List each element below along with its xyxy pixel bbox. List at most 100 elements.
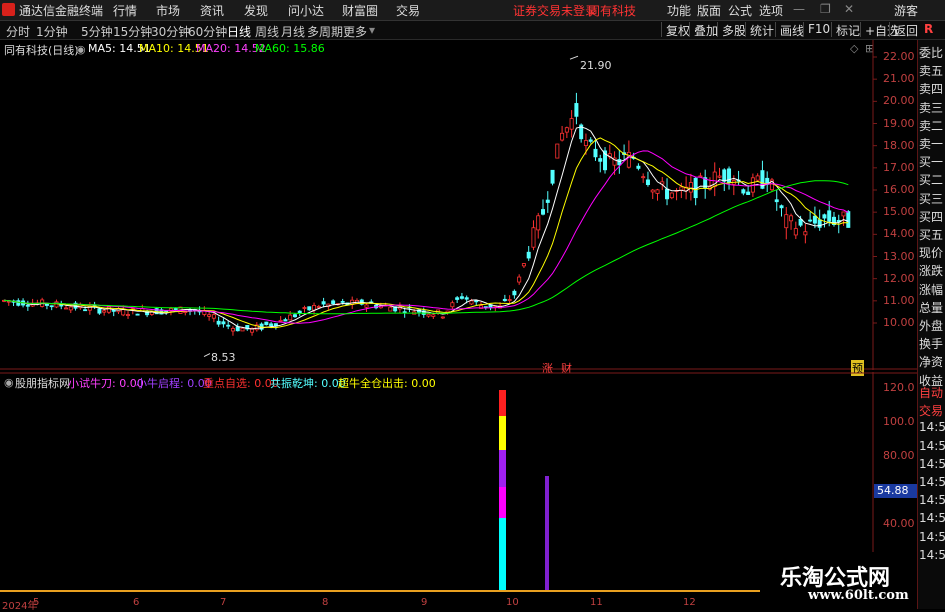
menu-shichang[interactable]: 市场	[156, 2, 180, 19]
candle-body	[469, 300, 474, 305]
indicator-tick-label: 80.00	[883, 449, 915, 462]
candle-body	[459, 296, 464, 299]
menu-jiaoyi[interactable]: 交易	[396, 2, 420, 19]
candle-body	[717, 175, 722, 178]
tab-60min[interactable]: 60分钟	[188, 23, 227, 40]
price-tick-label: 12.00	[883, 271, 915, 285]
kline-chart[interactable]	[0, 40, 917, 370]
close-icon[interactable]: ✕	[844, 2, 854, 16]
quote-label: 净资	[919, 355, 944, 370]
menu-banmian[interactable]: 版面	[697, 2, 721, 19]
candle-body	[593, 148, 598, 158]
tab-multi-period[interactable]: 多周期	[307, 23, 343, 40]
price-tick-label: 21.00	[883, 72, 915, 86]
menu-caifuquan[interactable]: 财富圈	[342, 2, 378, 19]
candle-body	[135, 313, 140, 316]
candle-body	[636, 165, 641, 169]
tab-more[interactable]: 更多	[343, 23, 367, 40]
menu-hangqing[interactable]: 行情	[113, 2, 137, 19]
time-tick-label: 7	[220, 597, 227, 608]
menu-zixun[interactable]: 资讯	[200, 2, 224, 19]
signal-bar-segment	[499, 416, 506, 450]
signal-bar-segment	[499, 450, 506, 487]
candle-body	[288, 314, 293, 321]
time-tick-label: 8	[322, 597, 329, 608]
ma60-line	[3, 180, 849, 315]
chevron-down-icon[interactable]: ▾	[369, 23, 375, 37]
candle-body	[83, 309, 88, 312]
tab-monthly[interactable]: 月线	[281, 23, 305, 40]
candle-body	[426, 313, 431, 317]
candle-body	[230, 328, 235, 332]
button-f10[interactable]: F10	[803, 22, 834, 37]
tab-15min[interactable]: 15分钟	[113, 23, 152, 40]
tab-weekly[interactable]: 周线	[255, 23, 279, 40]
indicator-tick-label: 100.0	[883, 415, 915, 428]
quote-label: 卖二	[919, 118, 944, 133]
tab-5min[interactable]: 5分钟	[81, 23, 113, 40]
login-status[interactable]: 证券交易未登录	[513, 2, 597, 19]
button-tongji[interactable]: 统计	[745, 22, 778, 38]
candle-body	[688, 182, 693, 193]
candle-body	[583, 140, 588, 146]
quote-label: 现价	[919, 246, 944, 261]
quote-label: 买二	[919, 173, 944, 188]
quote-extra-label[interactable]: 交易	[919, 402, 943, 419]
price-tick-label: 16.00	[883, 183, 915, 196]
signal-bar-segment	[499, 518, 506, 591]
candle-body	[474, 300, 479, 303]
menu-faxian[interactable]: 发现	[244, 2, 268, 19]
candle-body	[455, 297, 460, 300]
menu-bar: 通达信金融终端 行情 市场 资讯 发现 问小达 财富圈 交易 证券交易未登录 同…	[0, 0, 945, 21]
indicator-value-marker: 54.88	[874, 484, 920, 498]
candle-body	[102, 310, 107, 313]
candle-body	[331, 300, 336, 305]
quote-extra-label[interactable]: 自动	[919, 384, 943, 401]
candle-body	[307, 306, 312, 311]
quote-label: 卖五	[919, 64, 944, 79]
candle-body	[822, 214, 827, 219]
candle-body	[283, 319, 288, 322]
guest-label[interactable]: 游客	[894, 2, 918, 19]
candle-body	[793, 228, 798, 236]
candle-body	[388, 306, 393, 312]
candle-body	[817, 219, 822, 228]
time-tick-label: 9	[421, 597, 428, 608]
broker-name: 同有科技	[588, 4, 637, 18]
candle-body	[25, 304, 30, 307]
menu-gongshi[interactable]: 公式	[728, 2, 752, 19]
candle-body	[183, 311, 188, 313]
candle-body	[779, 205, 784, 209]
candle-body	[121, 309, 126, 316]
menu-gongneng[interactable]: 功能	[667, 2, 691, 19]
quote-extra-label: 14:56	[919, 493, 945, 508]
candle-body	[841, 211, 846, 217]
ma20-line	[3, 150, 849, 324]
candle-body	[211, 314, 216, 319]
candle-body	[574, 103, 579, 117]
quote-extra-label: 14:56	[919, 475, 945, 489]
candle-body	[598, 158, 603, 162]
button-back[interactable]: 返回	[889, 22, 922, 38]
candle-body	[297, 310, 302, 314]
tab-30min[interactable]: 30分钟	[151, 23, 190, 40]
candle-body	[64, 307, 69, 310]
price-tick-label: 14.00	[883, 227, 915, 241]
candle-body	[111, 309, 116, 312]
restore-icon[interactable]: ❐	[820, 2, 831, 16]
candle-body	[846, 211, 851, 228]
menu-wenxiaoda[interactable]: 问小达	[288, 2, 324, 19]
tab-1min[interactable]: 1分钟	[36, 23, 68, 40]
tab-daily[interactable]: 日线	[227, 23, 251, 40]
candle-body	[364, 304, 369, 308]
tab-fenshi[interactable]: 分时	[6, 23, 30, 40]
menu-xuanxiang[interactable]: 选项	[759, 2, 783, 19]
candle-body	[316, 306, 321, 308]
minimize-icon[interactable]: —	[793, 2, 805, 16]
price-tick-label: 17.00	[883, 160, 915, 174]
candle-body	[264, 321, 269, 326]
candle-body	[278, 319, 283, 322]
candle-body	[207, 314, 212, 317]
candle-body	[555, 143, 560, 159]
candle-body	[812, 215, 817, 224]
